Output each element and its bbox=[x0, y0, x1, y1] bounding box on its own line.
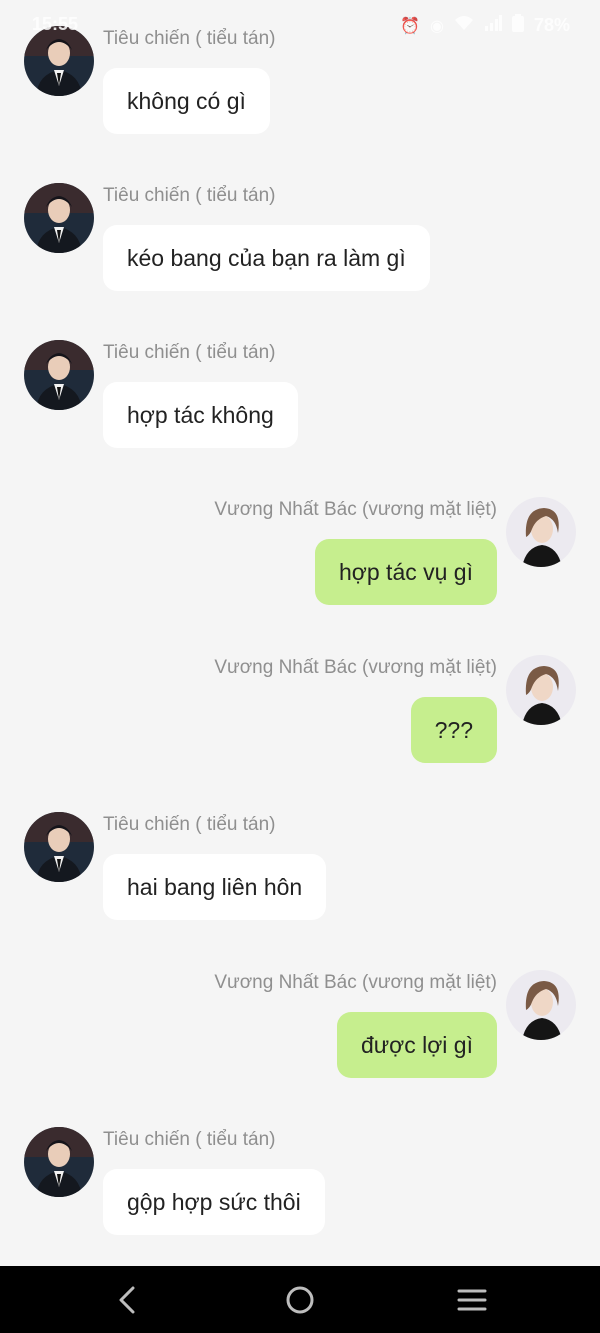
battery-percentage: 78% bbox=[533, 15, 570, 35]
avatar-tieu-chien[interactable] bbox=[24, 812, 94, 882]
sender-name: Vương Nhất Bác (vương mặt liệt) bbox=[214, 657, 497, 678]
avatar-tieu-chien[interactable] bbox=[24, 1127, 94, 1197]
status-time: 15:55 bbox=[32, 14, 79, 34]
alarm-icon: ⏰ bbox=[400, 17, 420, 35]
avatar-tieu-chien[interactable] bbox=[24, 340, 94, 410]
back-icon[interactable] bbox=[108, 1280, 148, 1320]
sender-name: Tiêu chiến ( tiểu tán) bbox=[103, 814, 276, 835]
chat-screen: Tiêu chiến ( tiểu tán) không có gì Tiêu … bbox=[0, 0, 600, 1333]
status-icons: ⏰ ◉ 78% bbox=[400, 14, 570, 37]
eye-icon: ◉ bbox=[430, 17, 444, 35]
avatar-vuong-nhat-bac[interactable] bbox=[506, 655, 576, 725]
chat-message-list[interactable]: Tiêu chiến ( tiểu tán) không có gì Tiêu … bbox=[0, 0, 600, 1266]
signal-icon bbox=[484, 15, 502, 36]
outgoing-message-bubble[interactable]: ??? bbox=[410, 697, 497, 763]
home-icon[interactable] bbox=[280, 1280, 320, 1320]
avatar-vuong-nhat-bac[interactable] bbox=[506, 970, 576, 1040]
sender-name: Vương Nhất Bác (vương mặt liệt) bbox=[214, 499, 497, 520]
status-bar: 15:55 ⏰ ◉ 78% bbox=[0, 0, 600, 50]
navigation-bar bbox=[0, 1266, 600, 1333]
sender-name: Tiêu chiến ( tiểu tán) bbox=[103, 1129, 276, 1150]
incoming-message-bubble[interactable]: hai bang liên hôn bbox=[103, 854, 327, 920]
sender-name: Tiêu chiến ( tiểu tán) bbox=[103, 185, 276, 206]
avatar-tieu-chien[interactable] bbox=[24, 183, 94, 253]
outgoing-message-bubble[interactable]: được lợi gì bbox=[336, 1012, 497, 1078]
sender-name: Tiêu chiến ( tiểu tán) bbox=[103, 342, 276, 363]
sender-name: Vương Nhất Bác (vương mặt liệt) bbox=[214, 972, 497, 993]
wifi-icon bbox=[454, 15, 474, 36]
incoming-message-bubble[interactable]: không có gì bbox=[103, 68, 270, 134]
battery-icon bbox=[511, 14, 524, 37]
incoming-message-bubble[interactable]: hợp tác không bbox=[103, 382, 298, 448]
incoming-message-bubble[interactable]: kéo bang của bạn ra làm gì bbox=[103, 225, 430, 291]
recent-apps-icon[interactable] bbox=[452, 1280, 492, 1320]
incoming-message-bubble[interactable]: gộp hợp sức thôi bbox=[103, 1169, 325, 1235]
outgoing-message-bubble[interactable]: hợp tác vụ gì bbox=[315, 539, 497, 605]
avatar-vuong-nhat-bac[interactable] bbox=[506, 497, 576, 567]
